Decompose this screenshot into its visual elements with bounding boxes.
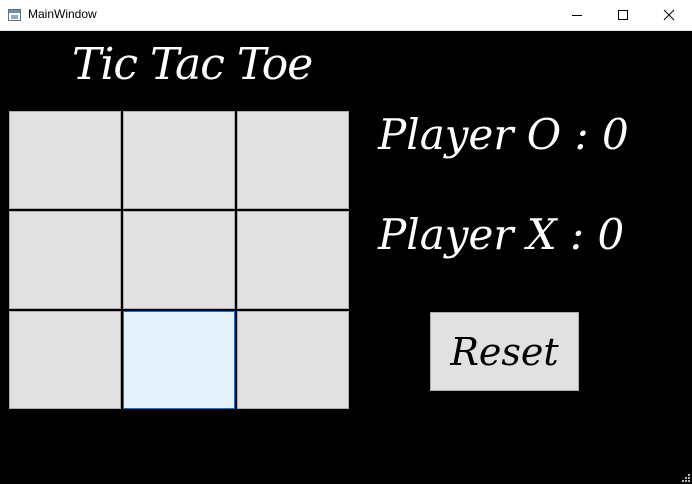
close-button[interactable] (646, 0, 692, 30)
board-cell-2[interactable] (123, 111, 235, 209)
client-area: Tic Tac Toe Player O : 0 Player X : 0 Re… (0, 31, 692, 484)
board-cell-6[interactable] (237, 211, 349, 309)
player-o-score: Player O : 0 (378, 110, 629, 159)
window-title: MainWindow (28, 7, 97, 21)
game-title: Tic Tac Toe (72, 39, 313, 90)
main-window: MainWindow Tic Tac Toe Player O: 0 Play… (0, 0, 692, 484)
board-cell-1[interactable] (9, 111, 121, 209)
board-cell-4[interactable] (9, 211, 121, 309)
game-board (9, 111, 349, 412)
title-bar[interactable]: MainWindow (0, 0, 692, 31)
window-app-icon (8, 9, 21, 21)
player-x-score: Player X : 0 (378, 210, 625, 259)
board-cell-9[interactable] (237, 311, 349, 409)
minimize-icon (572, 15, 582, 16)
minimize-button[interactable] (554, 0, 600, 30)
board-cell-7[interactable] (9, 311, 121, 409)
close-icon (663, 9, 675, 21)
board-cell-3[interactable] (237, 111, 349, 209)
reset-button[interactable]: Reset (430, 312, 579, 391)
maximize-button[interactable] (600, 0, 646, 30)
board-cell-5[interactable] (123, 211, 235, 309)
maximize-icon (618, 10, 628, 20)
resize-grip-icon[interactable] (682, 474, 690, 482)
board-cell-8[interactable] (123, 311, 235, 409)
